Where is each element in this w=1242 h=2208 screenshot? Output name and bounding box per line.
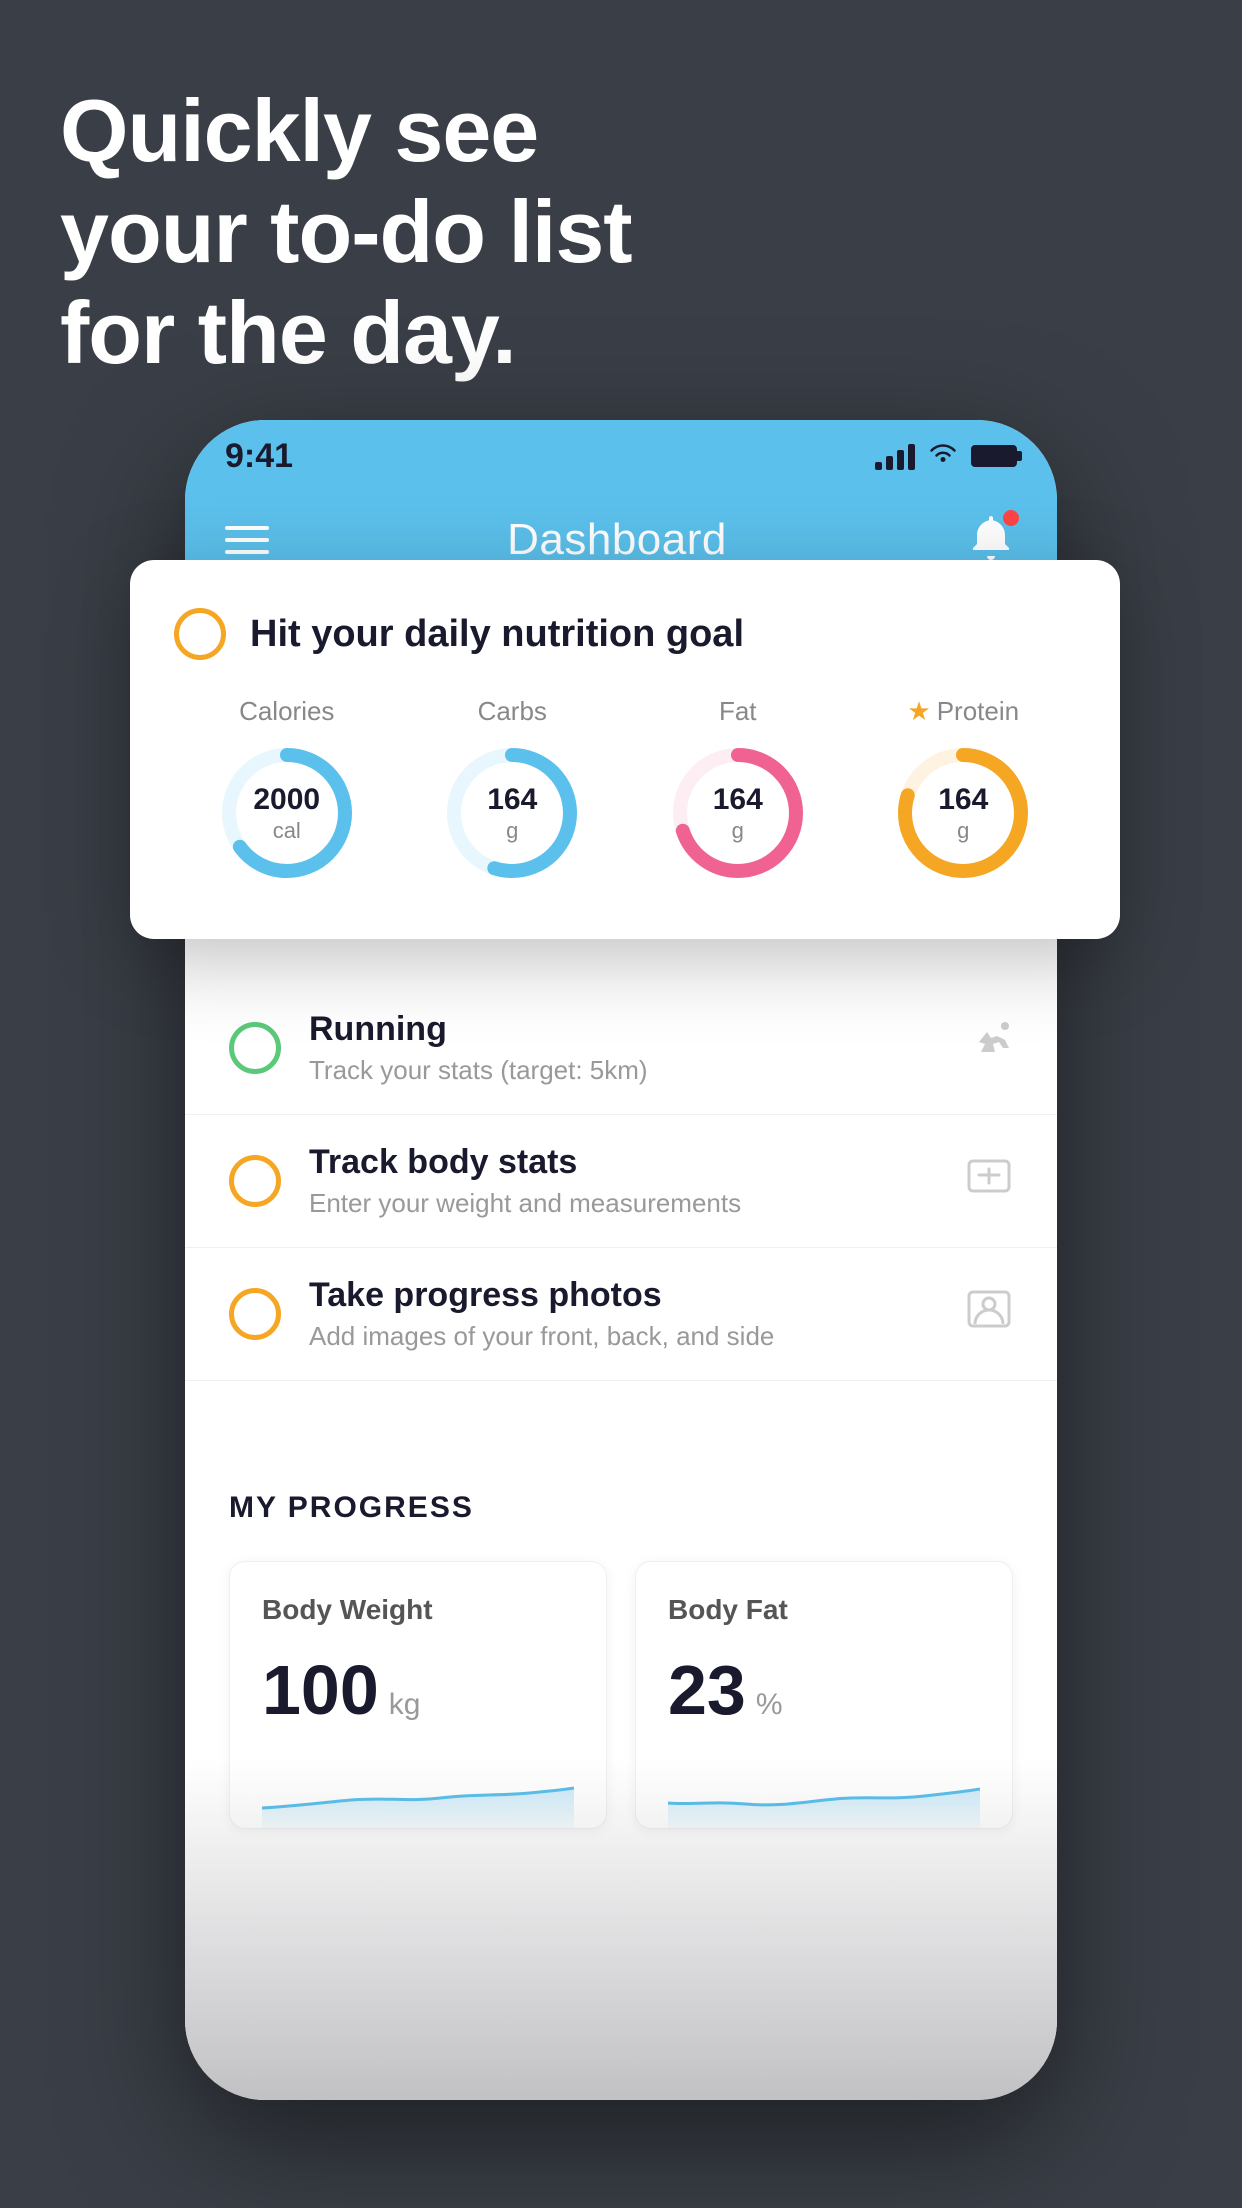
todo-item-body-stats[interactable]: Track body stats Enter your weight and m… — [185, 1115, 1057, 1248]
progress-section: MY PROGRESS Body Weight 100 kg — [185, 1441, 1057, 1869]
protein-unit: g — [938, 818, 988, 844]
nutrition-check-circle[interactable] — [174, 608, 226, 660]
todo-check-body-stats[interactable] — [229, 1155, 281, 1207]
todo-check-running[interactable] — [229, 1022, 281, 1074]
nutrition-card-title: Hit your daily nutrition goal — [250, 613, 744, 656]
fat-value: 164 — [713, 782, 763, 818]
headline-line2: your to-do list — [60, 182, 632, 281]
todo-subtitle-body-stats: Enter your weight and measurements — [309, 1188, 937, 1219]
headline-line1: Quickly see — [60, 81, 538, 180]
calories-label: Calories — [239, 696, 334, 727]
progress-cards: Body Weight 100 kg — [229, 1561, 1013, 1829]
todo-item-photos[interactable]: Take progress photos Add images of your … — [185, 1248, 1057, 1381]
nutrition-circles: Calories 2000 cal Carbs — [174, 696, 1076, 887]
todo-subtitle-running: Track your stats (target: 5km) — [309, 1055, 937, 1086]
progress-fat-value: 23 — [668, 1650, 746, 1730]
todo-title-body-stats: Track body stats — [309, 1143, 937, 1182]
progress-weight-value: 100 — [262, 1650, 379, 1730]
status-icons — [875, 440, 1017, 473]
protein-donut: 164 g — [889, 739, 1037, 887]
todo-check-photos[interactable] — [229, 1288, 281, 1340]
calories-unit: cal — [253, 818, 320, 844]
battery-icon — [971, 445, 1017, 467]
nutrition-calories: Calories 2000 cal — [213, 696, 361, 887]
notification-dot — [1003, 510, 1019, 526]
headline-line3: for the day. — [60, 283, 516, 382]
star-icon: ★ — [907, 696, 930, 727]
todo-subtitle-photos: Add images of your front, back, and side — [309, 1321, 937, 1352]
carbs-value: 164 — [487, 782, 537, 818]
fat-label: Fat — [719, 696, 757, 727]
weight-sparkline — [262, 1758, 574, 1828]
nutrition-fat: Fat 164 g — [664, 696, 812, 887]
progress-card-fat[interactable]: Body Fat 23 % — [635, 1561, 1013, 1829]
protein-label: Protein — [937, 696, 1019, 727]
progress-fat-unit: % — [756, 1688, 783, 1722]
progress-card-weight[interactable]: Body Weight 100 kg — [229, 1561, 607, 1829]
fat-unit: g — [713, 818, 763, 844]
todo-title-running: Running — [309, 1010, 937, 1049]
progress-card-weight-title: Body Weight — [262, 1594, 574, 1626]
signal-icon — [875, 442, 915, 470]
progress-title: MY PROGRESS — [229, 1491, 1013, 1525]
todo-title-photos: Take progress photos — [309, 1276, 937, 1315]
scale-icon — [965, 1155, 1013, 1208]
carbs-donut: 164 g — [438, 739, 586, 887]
nutrition-card: Hit your daily nutrition goal Calories 2… — [130, 560, 1120, 939]
todo-item-running[interactable]: Running Track your stats (target: 5km) — [185, 982, 1057, 1115]
todo-list: Running Track your stats (target: 5km) T… — [185, 982, 1057, 1381]
progress-card-fat-title: Body Fat — [668, 1594, 980, 1626]
fat-sparkline — [668, 1758, 980, 1828]
wifi-icon — [927, 440, 959, 473]
nutrition-carbs: Carbs 164 g — [438, 696, 586, 887]
headline: Quickly see your to-do list for the day. — [60, 80, 632, 384]
carbs-label: Carbs — [478, 696, 547, 727]
nav-title: Dashboard — [507, 515, 727, 565]
calories-value: 2000 — [253, 782, 320, 818]
protein-value: 164 — [938, 782, 988, 818]
calories-donut: 2000 cal — [213, 739, 361, 887]
status-bar: 9:41 — [185, 420, 1057, 492]
carbs-unit: g — [487, 818, 537, 844]
running-icon — [965, 1022, 1013, 1075]
nutrition-protein: ★ Protein 164 g — [889, 696, 1037, 887]
person-icon — [965, 1288, 1013, 1341]
progress-weight-unit: kg — [389, 1688, 421, 1722]
fat-donut: 164 g — [664, 739, 812, 887]
hamburger-menu[interactable] — [225, 526, 269, 554]
status-time: 9:41 — [225, 437, 293, 476]
